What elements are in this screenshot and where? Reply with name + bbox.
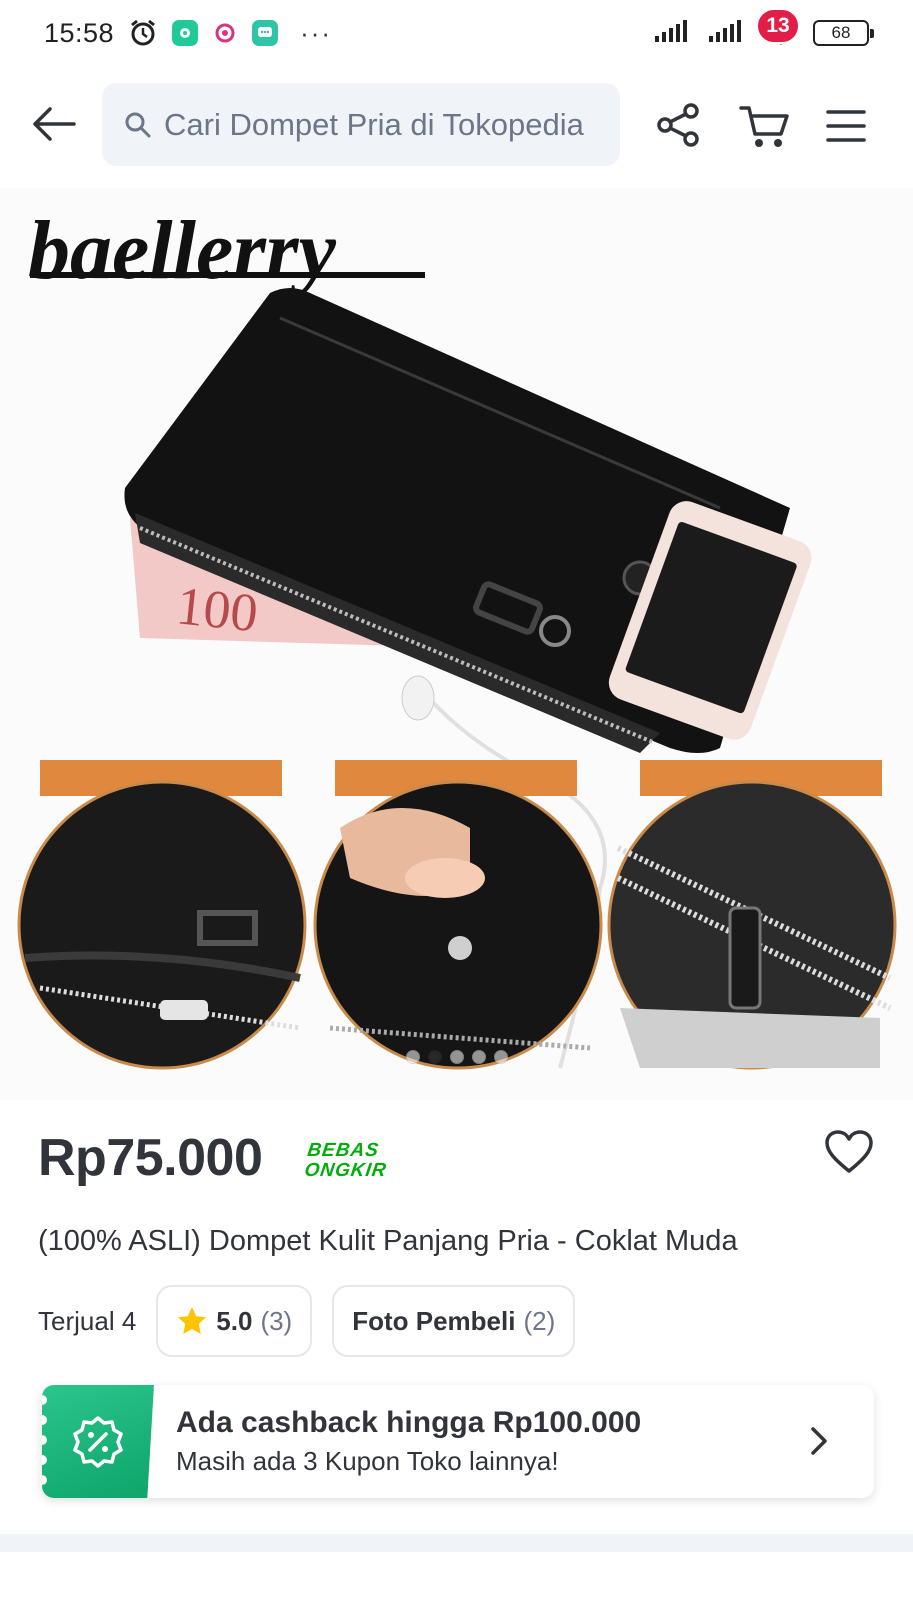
cart-count-badge: 13 xyxy=(756,8,800,44)
rating-value: 5.0 xyxy=(216,1305,253,1336)
product-title: (100% ASLI) Dompet Kulit Panjang Pria - … xyxy=(38,1225,738,1257)
section-divider xyxy=(0,1534,913,1552)
share-icon xyxy=(657,103,699,147)
carousel-dot[interactable] xyxy=(471,1050,486,1064)
status-time: 15:58 xyxy=(44,17,115,48)
signal-icon-2 xyxy=(707,18,749,49)
free-shipping-line1: BEBAS xyxy=(306,1140,381,1161)
star-icon xyxy=(178,1307,207,1334)
wishlist-button[interactable] xyxy=(822,1126,876,1178)
chat-app-icon xyxy=(252,20,279,46)
rating-chip[interactable]: 5.0 (3) xyxy=(156,1285,313,1357)
product-stats: Terjual 4 5.0 (3) Foto Pembeli (2) xyxy=(38,1285,576,1357)
search-placeholder: Cari Dompet Pria di Tokopedia xyxy=(164,106,584,142)
chevron-right-icon xyxy=(811,1427,827,1455)
heart-icon xyxy=(825,1130,873,1173)
alarm-icon xyxy=(128,18,158,48)
cashback-title: Ada cashback hingga Rp100.000 xyxy=(176,1406,642,1439)
back-arrow-icon xyxy=(33,107,76,141)
maps-app-icon xyxy=(172,20,199,46)
signal-icon xyxy=(653,18,695,49)
cashback-text: Ada cashback hingga Rp100.000 Masih ada … xyxy=(176,1406,641,1477)
free-shipping-badge: BEBAS ONGKIR xyxy=(303,1140,391,1181)
back-button[interactable] xyxy=(26,98,82,150)
product-image[interactable]: baellerry 100 xyxy=(0,188,913,1100)
rating-count: (3) xyxy=(260,1305,293,1336)
product-photo-illustration: baellerry 100 xyxy=(17,204,897,1070)
menu-icon xyxy=(826,110,866,142)
carousel-dot[interactable] xyxy=(405,1050,420,1064)
free-shipping-line2: ONGKIR xyxy=(303,1160,389,1181)
cart-button[interactable] xyxy=(735,98,795,154)
buyer-photos-chip[interactable]: Foto Pembeli (2) xyxy=(332,1285,576,1357)
cart-icon xyxy=(739,106,789,147)
brand-logo: baellerry xyxy=(28,204,337,297)
carousel-indicator xyxy=(0,1050,913,1064)
carousel-dot[interactable] xyxy=(449,1050,464,1064)
share-button[interactable] xyxy=(652,98,706,152)
app-bar: Cari Dompet Pria di Tokopedia xyxy=(0,78,913,170)
buyer-photos-label: Foto Pembeli xyxy=(352,1305,516,1336)
cashback-chevron[interactable] xyxy=(804,1423,834,1459)
search-icon xyxy=(125,112,151,137)
status-left: 15:58 ··· xyxy=(44,18,332,49)
cashback-tag xyxy=(42,1385,154,1498)
carousel-dot[interactable] xyxy=(493,1050,508,1064)
battery-indicator: 68 xyxy=(813,20,874,46)
coupon-percent-icon xyxy=(73,1415,123,1468)
product-price: Rp75.000 xyxy=(38,1129,263,1187)
cashback-subtitle: Masih ada 3 Kupon Toko lainnya! xyxy=(176,1446,559,1476)
carousel-dot-active[interactable] xyxy=(427,1050,442,1064)
buyer-photos-count: (2) xyxy=(523,1305,556,1336)
cashback-card[interactable]: Ada cashback hingga Rp100.000 Masih ada … xyxy=(42,1385,874,1498)
menu-button[interactable] xyxy=(820,100,872,152)
more-notifications-icon: ··· xyxy=(300,17,333,48)
sold-count: Terjual 4 xyxy=(38,1305,137,1336)
camera-app-icon xyxy=(212,20,239,46)
search-input[interactable]: Cari Dompet Pria di Tokopedia xyxy=(102,83,620,166)
